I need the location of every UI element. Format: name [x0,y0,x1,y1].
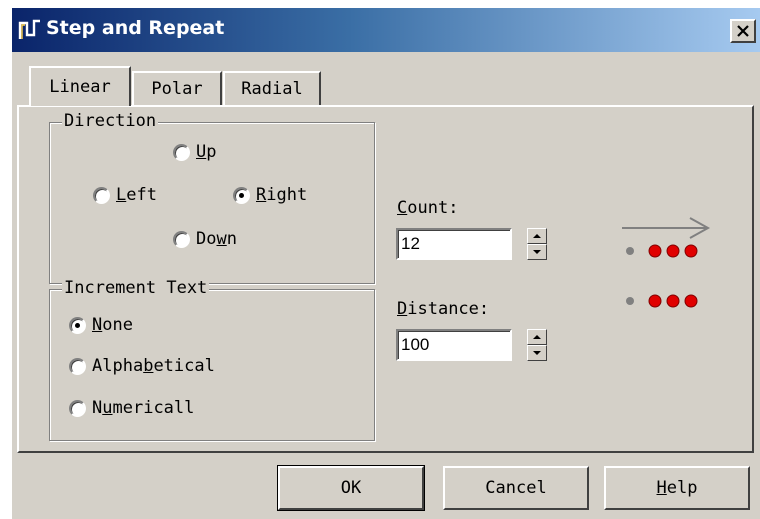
tab-radial-label: Radial [241,79,303,99]
tab-linear[interactable]: Linear [29,66,131,106]
radio-circle [93,186,110,204]
repeat-row-preview-1 [626,244,698,258]
spin-up-icon [533,335,541,339]
spin-up-icon [533,234,541,238]
direction-arrow-icon [622,217,711,239]
count-input[interactable] [396,228,512,260]
count-spin-down-button[interactable] [527,244,547,260]
help-button[interactable]: Help [604,466,750,510]
direction-preview [622,217,711,308]
direction-right-radio[interactable]: Right [233,185,307,205]
distance-spin-up-button[interactable] [527,329,547,345]
direction-down-label: Down [196,229,237,249]
dialog-title: Step and Repeat [46,17,225,39]
ok-button-label: OK [340,478,362,498]
distance-spinner[interactable] [527,329,547,361]
increment-alphabetical-radio[interactable]: Alphabetical [69,356,215,376]
distance-label: Distance: [397,299,490,319]
direction-group-title: Direction [62,111,159,131]
direction-left-label: Left [116,185,157,205]
increment-numerical-radio[interactable]: Numericall [69,398,194,418]
direction-left-radio[interactable]: Left [93,185,157,205]
step-and-repeat-dialog: Step and Repeat Linear Polar Radial Dire… [12,8,760,519]
radio-circle [173,230,190,248]
cancel-button[interactable]: Cancel [443,466,589,510]
spin-down-icon [533,351,541,355]
tab-polar[interactable]: Polar [132,71,222,105]
title-bar[interactable]: Step and Repeat [12,8,760,52]
direction-down-radio[interactable]: Down [173,229,237,249]
radio-circle-selected [69,316,86,334]
direction-up-radio[interactable]: Up [173,142,217,162]
radio-circle [69,357,86,375]
count-spinner[interactable] [527,228,547,260]
help-button-label: Help [656,478,698,498]
step-repeat-icon [18,19,40,39]
increment-text-group-title: Increment Text [62,278,210,298]
tab-radial[interactable]: Radial [223,71,321,105]
count-label: Count: [397,198,459,218]
count-spin-up-button[interactable] [527,228,547,244]
increment-none-radio[interactable]: None [69,315,133,335]
radio-circle [69,399,86,417]
distance-spin-down-button[interactable] [527,345,547,361]
cancel-button-label: Cancel [485,478,547,498]
repeat-row-preview-2 [626,294,698,308]
increment-none-label: None [92,315,133,335]
direction-right-label: Right [256,185,308,205]
increment-alphabetical-label: Alphabetical [92,356,215,376]
increment-numerical-label: Numericall [92,398,195,418]
close-icon [737,25,749,37]
ok-button[interactable]: OK [277,465,425,511]
distance-input[interactable] [396,329,512,361]
spin-down-icon [533,250,541,254]
tab-polar-label: Polar [151,79,203,99]
radio-circle [173,143,190,161]
radio-circle-selected [233,186,250,204]
tab-linear-label: Linear [49,77,111,97]
direction-up-label: Up [196,142,217,162]
close-button[interactable] [730,19,756,43]
